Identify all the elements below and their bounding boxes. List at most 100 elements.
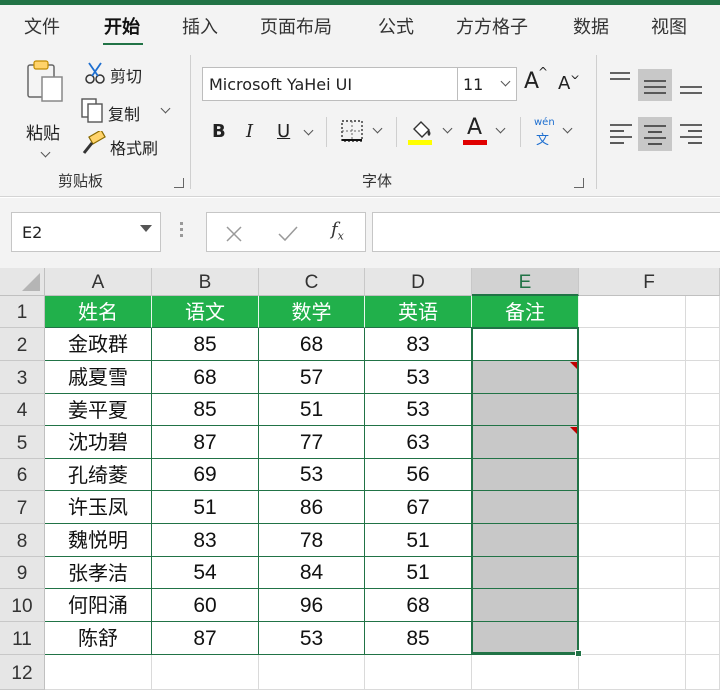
remark-cell[interactable] bbox=[472, 589, 579, 622]
name-box[interactable]: E2 bbox=[11, 212, 161, 252]
row-header-3[interactable]: 3 bbox=[0, 361, 45, 394]
bold-button[interactable]: B bbox=[212, 121, 226, 142]
name-cell[interactable]: 戚夏雪 bbox=[45, 361, 152, 394]
empty-cell[interactable] bbox=[686, 296, 720, 328]
empty-cell[interactable] bbox=[579, 491, 686, 524]
tab-data[interactable]: 数据 bbox=[573, 13, 609, 39]
tab-insert[interactable]: 插入 bbox=[182, 13, 218, 39]
empty-cell[interactable] bbox=[259, 655, 365, 690]
score-cell[interactable]: 77 bbox=[259, 426, 365, 459]
font-dialog-launcher-icon[interactable] bbox=[574, 178, 584, 188]
empty-cell[interactable] bbox=[686, 491, 720, 524]
row-header-6[interactable]: 6 bbox=[0, 459, 45, 491]
header-cell[interactable]: 数学 bbox=[259, 296, 365, 328]
score-cell[interactable]: 53 bbox=[365, 394, 472, 426]
copy-button[interactable]: 复制 bbox=[80, 97, 176, 125]
name-cell[interactable]: 何阳涌 bbox=[45, 589, 152, 622]
format-painter-button[interactable]: 格式刷 bbox=[80, 131, 176, 159]
header-cell[interactable]: 备注 bbox=[472, 296, 579, 328]
empty-cell[interactable] bbox=[579, 459, 686, 491]
score-cell[interactable]: 57 bbox=[259, 361, 365, 394]
score-cell[interactable]: 63 bbox=[365, 426, 472, 459]
fill-color-button[interactable] bbox=[408, 117, 456, 149]
score-cell[interactable]: 87 bbox=[152, 426, 259, 459]
align-left-button[interactable] bbox=[608, 117, 636, 147]
italic-button[interactable]: I bbox=[246, 121, 253, 142]
cancel-icon[interactable] bbox=[225, 225, 243, 243]
empty-cell[interactable] bbox=[579, 589, 686, 622]
row-header-4[interactable]: 4 bbox=[0, 394, 45, 426]
column-header-d[interactable]: D bbox=[365, 268, 472, 296]
name-cell[interactable]: 金政群 bbox=[45, 328, 152, 361]
cut-button[interactable]: 剪切 bbox=[84, 61, 154, 87]
align-right-button[interactable] bbox=[676, 117, 706, 147]
score-cell[interactable]: 68 bbox=[259, 328, 365, 361]
header-cell[interactable]: 姓名 bbox=[45, 296, 152, 328]
empty-cell[interactable] bbox=[686, 524, 720, 557]
score-cell[interactable]: 60 bbox=[152, 589, 259, 622]
score-cell[interactable]: 51 bbox=[259, 394, 365, 426]
empty-cell[interactable] bbox=[472, 655, 579, 690]
empty-cell[interactable] bbox=[152, 655, 259, 690]
empty-cell[interactable] bbox=[579, 557, 686, 589]
enter-check-icon[interactable] bbox=[277, 225, 299, 243]
score-cell[interactable]: 84 bbox=[259, 557, 365, 589]
clipboard-dialog-launcher-icon[interactable] bbox=[174, 178, 184, 188]
empty-cell[interactable] bbox=[365, 655, 472, 690]
font-name-combo[interactable]: Microsoft YaHei UI bbox=[202, 67, 458, 101]
tab-formulas[interactable]: 公式 bbox=[378, 13, 414, 39]
empty-cell[interactable] bbox=[686, 328, 720, 361]
score-cell[interactable]: 87 bbox=[152, 622, 259, 655]
fill-handle[interactable] bbox=[575, 650, 582, 657]
remark-cell[interactable] bbox=[472, 328, 579, 361]
score-cell[interactable]: 68 bbox=[152, 361, 259, 394]
align-top-button[interactable] bbox=[608, 69, 636, 95]
empty-cell[interactable] bbox=[579, 328, 686, 361]
decrease-font-size-button[interactable]: A ^ bbox=[556, 67, 582, 99]
empty-cell[interactable] bbox=[686, 589, 720, 622]
score-cell[interactable]: 51 bbox=[365, 524, 472, 557]
column-header-e[interactable]: E bbox=[472, 268, 579, 296]
remark-cell[interactable] bbox=[472, 524, 579, 557]
tab-page-layout[interactable]: 页面布局 bbox=[260, 13, 332, 39]
empty-cell[interactable] bbox=[686, 622, 720, 655]
empty-cell[interactable] bbox=[579, 426, 686, 459]
score-cell[interactable]: 96 bbox=[259, 589, 365, 622]
empty-cell[interactable] bbox=[686, 394, 720, 426]
align-center-button[interactable] bbox=[638, 117, 672, 151]
empty-cell[interactable] bbox=[686, 557, 720, 589]
remark-cell[interactable] bbox=[472, 426, 579, 459]
formula-input[interactable] bbox=[372, 212, 720, 252]
score-cell[interactable]: 86 bbox=[259, 491, 365, 524]
column-header-c[interactable]: C bbox=[259, 268, 365, 296]
score-cell[interactable]: 56 bbox=[365, 459, 472, 491]
score-cell[interactable]: 68 bbox=[365, 589, 472, 622]
tab-file[interactable]: 文件 bbox=[24, 13, 60, 39]
score-cell[interactable]: 53 bbox=[365, 361, 472, 394]
paste-button[interactable]: 粘贴 bbox=[18, 57, 72, 177]
header-cell[interactable]: 语文 bbox=[152, 296, 259, 328]
name-cell[interactable]: 张孝洁 bbox=[45, 557, 152, 589]
score-cell[interactable]: 53 bbox=[259, 622, 365, 655]
font-size-combo[interactable]: 11 bbox=[457, 67, 517, 101]
empty-cell[interactable] bbox=[686, 655, 720, 690]
chevron-down-icon[interactable] bbox=[303, 125, 314, 136]
name-cell[interactable]: 孔绮菱 bbox=[45, 459, 152, 491]
empty-cell[interactable] bbox=[686, 459, 720, 491]
remark-cell[interactable] bbox=[472, 622, 579, 655]
empty-cell[interactable] bbox=[579, 361, 686, 394]
name-cell[interactable]: 魏悦明 bbox=[45, 524, 152, 557]
column-header-b[interactable]: B bbox=[152, 268, 259, 296]
row-header-7[interactable]: 7 bbox=[0, 491, 45, 524]
score-cell[interactable]: 78 bbox=[259, 524, 365, 557]
score-cell[interactable]: 83 bbox=[365, 328, 472, 361]
empty-cell[interactable] bbox=[579, 394, 686, 426]
score-cell[interactable]: 85 bbox=[152, 394, 259, 426]
borders-button[interactable] bbox=[340, 119, 386, 147]
score-cell[interactable]: 53 bbox=[259, 459, 365, 491]
row-header-2[interactable]: 2 bbox=[0, 328, 45, 361]
score-cell[interactable]: 85 bbox=[152, 328, 259, 361]
name-cell[interactable]: 陈舒 bbox=[45, 622, 152, 655]
empty-cell[interactable] bbox=[579, 655, 686, 690]
score-cell[interactable]: 83 bbox=[152, 524, 259, 557]
